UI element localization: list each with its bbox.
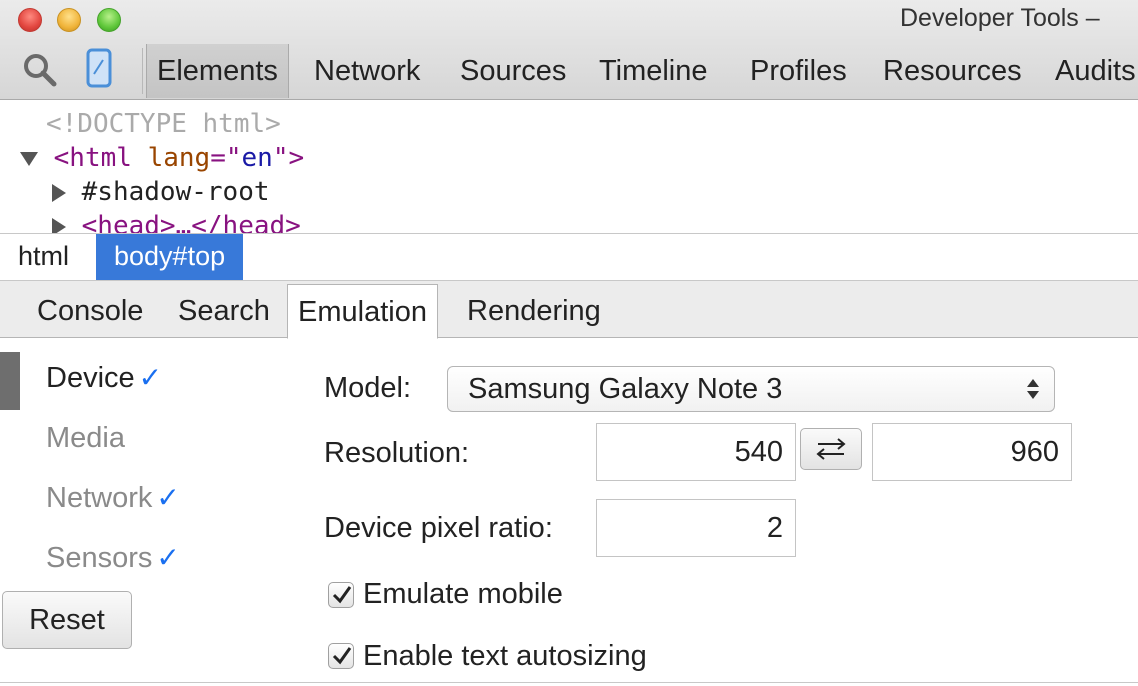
tab-sources[interactable]: Sources <box>450 44 576 98</box>
html-open-tag: <html <box>53 143 132 173</box>
swap-arrows-icon <box>816 438 846 460</box>
checkmark-icon: ✓ <box>156 482 180 513</box>
collapse-triangle-icon[interactable] <box>52 217 66 233</box>
model-value: Samsung Galaxy Note 3 <box>468 373 783 405</box>
close-window-button[interactable] <box>18 8 42 32</box>
crumb-html[interactable]: html <box>0 234 87 280</box>
head-node[interactable]: <head>…</head> <box>52 209 301 233</box>
model-label: Model: <box>324 372 412 404</box>
emulate-mobile-checkbox[interactable] <box>328 582 354 608</box>
minimize-window-button[interactable] <box>57 8 81 32</box>
tab-resources[interactable]: Resources <box>873 44 1032 98</box>
crumb-body[interactable]: body#top <box>96 234 244 280</box>
toolbar-divider <box>142 48 143 94</box>
zoom-window-button[interactable] <box>97 8 121 32</box>
text-autosizing-checkbox[interactable] <box>328 643 354 669</box>
bottom-divider <box>0 682 1138 683</box>
expand-triangle-icon[interactable] <box>20 151 38 166</box>
reset-button[interactable]: Reset <box>2 591 132 649</box>
window-titlebar: Developer Tools – Elements Network Sourc… <box>0 0 1138 100</box>
checkmark-icon: ✓ <box>156 542 180 573</box>
breadcrumb: html body#top <box>0 233 1138 281</box>
resolution-label: Resolution: <box>324 437 470 469</box>
selected-section-marker <box>0 352 20 410</box>
mobile-device-icon[interactable] <box>86 48 112 93</box>
select-arrows-icon <box>1027 379 1039 399</box>
sidebar-item-media[interactable]: Media <box>46 422 125 455</box>
dpr-input[interactable]: 2 <box>596 499 796 557</box>
html-attr-eq: =" <box>210 143 242 173</box>
html-attr-close: "> <box>272 143 305 173</box>
resolution-width-input[interactable]: 540 <box>596 423 796 481</box>
sidebar-item-label: Sensors <box>46 542 153 574</box>
tab-audits[interactable]: Audits <box>1045 44 1138 98</box>
checkbox-check-icon <box>332 647 352 665</box>
tab-emulation[interactable]: Emulation <box>287 284 438 339</box>
emulate-mobile-label[interactable]: Emulate mobile <box>363 578 563 611</box>
head-tag: <head>…</head> <box>81 211 301 233</box>
dpr-label: Device pixel ratio: <box>324 512 553 544</box>
sidebar-item-label: Network <box>46 482 153 514</box>
tab-profiles[interactable]: Profiles <box>740 44 857 98</box>
sidebar-item-label: Media <box>46 422 125 454</box>
window-title: Developer Tools – <box>900 4 1100 32</box>
swap-resolution-button[interactable] <box>800 428 862 470</box>
tab-console[interactable]: Console <box>27 284 153 338</box>
dom-tree: <!DOCTYPE html> <html lang="en"> #shadow… <box>0 101 1138 233</box>
drawer-tabs: Console Search Emulation Rendering <box>0 281 1138 339</box>
html-node[interactable]: <html lang="en"> <box>20 141 304 175</box>
shadow-root-label: #shadow-root <box>81 177 270 207</box>
sidebar-item-sensors[interactable]: Sensors ✓ <box>46 541 180 575</box>
tab-rendering[interactable]: Rendering <box>457 284 611 338</box>
html-attr-name: lang <box>147 143 211 173</box>
checkbox-check-icon <box>332 586 352 604</box>
sidebar-item-device[interactable]: Device ✓ <box>46 361 162 395</box>
sidebar-item-network[interactable]: Network ✓ <box>46 481 180 515</box>
tab-network[interactable]: Network <box>304 44 430 98</box>
search-icon[interactable] <box>22 52 58 93</box>
tab-search[interactable]: Search <box>168 284 280 338</box>
sidebar-item-label: Device <box>46 362 135 394</box>
tab-elements[interactable]: Elements <box>146 44 289 98</box>
resolution-height-input[interactable]: 960 <box>872 423 1072 481</box>
tab-timeline[interactable]: Timeline <box>589 44 718 98</box>
text-autosizing-label[interactable]: Enable text autosizing <box>363 640 647 673</box>
shadow-root-node[interactable]: #shadow-root <box>52 175 270 209</box>
checkmark-icon: ✓ <box>138 362 163 393</box>
html-attr-value: en <box>241 143 273 173</box>
collapse-triangle-icon[interactable] <box>52 183 66 202</box>
model-select[interactable]: Samsung Galaxy Note 3 <box>447 366 1055 412</box>
doctype-node[interactable]: <!DOCTYPE html> <box>46 107 281 141</box>
